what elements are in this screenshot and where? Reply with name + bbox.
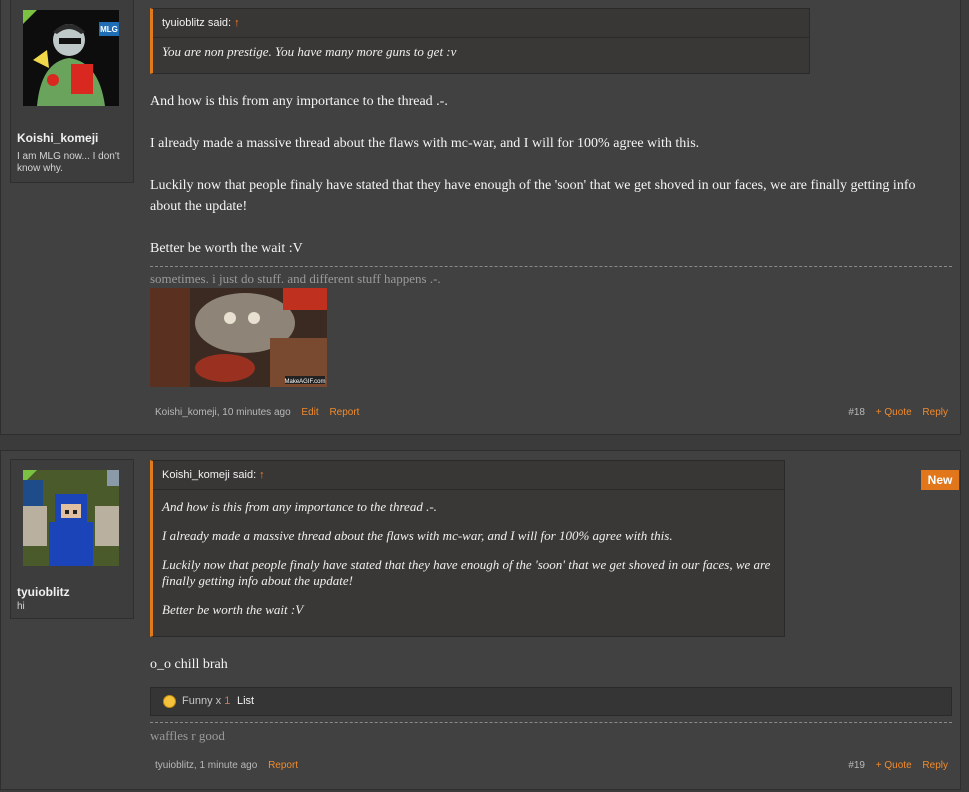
quote-paragraph: And how is this from any importance to t… [162, 499, 437, 514]
signature-text: waffles r good [150, 728, 225, 743]
funny-count: 1 [224, 695, 231, 707]
message-paragraph: And how is this from any importance to t… [150, 94, 448, 109]
reply-button[interactable]: Reply [922, 760, 948, 771]
username[interactable]: tyuioblitz [17, 585, 70, 599]
funny-rating: Funny x 1 [182, 688, 230, 715]
message-body: o_o chill brah [150, 654, 940, 675]
ratings-list-link[interactable]: List [237, 688, 254, 715]
report-link[interactable]: Report [329, 407, 359, 418]
user-title: hi [17, 601, 25, 612]
quote-paragraph: Luckily now that people finaly have stat… [162, 557, 771, 588]
quote-attribution[interactable]: Koishi_komeji said: ↑ [153, 461, 784, 490]
message-paragraph: Luckily now that people finaly have stat… [150, 178, 916, 214]
message-body: And how is this from any importance to t… [150, 91, 940, 259]
mlg-badge: MLG [100, 25, 118, 34]
quote-author: tyuioblitz said: [162, 17, 232, 29]
avatar[interactable] [23, 470, 119, 566]
likes-summary: Funny x 1 List [150, 687, 952, 716]
quote-paragraph: I already made a massive thread about th… [162, 528, 673, 543]
message-paragraph: o_o chill brah [150, 657, 228, 672]
quote-block: tyuioblitz said: ↑ You are non prestige. … [150, 8, 810, 74]
quote-block: Koishi_komeji said: ↑ And how is this fro… [150, 460, 785, 637]
quote-body: And how is this from any importance to t… [153, 490, 781, 623]
smile-icon [163, 695, 176, 708]
gif-watermark: MakeAGIF.com [284, 379, 325, 385]
quote-body: You are non prestige. You have many more… [153, 38, 809, 65]
avatar[interactable]: MLG [23, 10, 119, 106]
post-number[interactable]: #18 [848, 407, 865, 418]
username[interactable]: Koishi_komeji [17, 131, 98, 145]
quote-author: Koishi_komeji said: [162, 469, 257, 481]
signature-text: sometimes. i just do stuff. and differen… [150, 271, 441, 286]
post-footer: tyuioblitz, 1 minute ago Report [155, 760, 298, 771]
quote-jump-arrow-icon[interactable]: ↑ [259, 469, 265, 481]
quote-button[interactable]: + Quote [876, 407, 912, 418]
post-19: New tyuioblitz hi Koishi_komeji said:↑ [0, 450, 961, 790]
new-badge: New [921, 470, 959, 490]
post-actions: #18 + Quote Reply [848, 407, 948, 418]
report-link[interactable]: Report [268, 760, 298, 771]
post-meta[interactable]: Koishi_komeji, 10 minutes ago [155, 407, 291, 418]
funny-label: Funny x [182, 695, 222, 707]
user-title: I am MLG now... I don't know why. [17, 151, 120, 174]
signature-gif: MakeAGIF.com [150, 288, 327, 387]
user-info: tyuioblitz hi [10, 459, 134, 619]
message-paragraph: I already made a massive thread about th… [150, 136, 700, 151]
post-number[interactable]: #19 [848, 760, 865, 771]
quote-paragraph: You are non prestige. You have many more… [162, 44, 457, 59]
post-meta[interactable]: tyuioblitz, 1 minute ago [155, 760, 257, 771]
post-18: MLG Koishi_komeji I am MLG now... I don'… [0, 0, 961, 435]
quote-jump-arrow-icon[interactable]: ↑ [234, 17, 240, 29]
quote-paragraph: Better be worth the wait :V [162, 602, 304, 617]
message-paragraph: Better be worth the wait :V [150, 241, 303, 256]
signature-divider [150, 266, 952, 267]
signature-divider [150, 722, 952, 723]
post-actions: #19 + Quote Reply [848, 760, 948, 771]
reply-button[interactable]: Reply [922, 407, 948, 418]
quote-attribution[interactable]: tyuioblitz said: ↑ [153, 9, 809, 38]
quote-button[interactable]: + Quote [876, 760, 912, 771]
edit-link[interactable]: Edit [301, 407, 318, 418]
post-footer: Koishi_komeji, 10 minutes ago Edit Repor… [155, 407, 359, 418]
user-info: MLG Koishi_komeji I am MLG now... I don'… [10, 0, 134, 183]
